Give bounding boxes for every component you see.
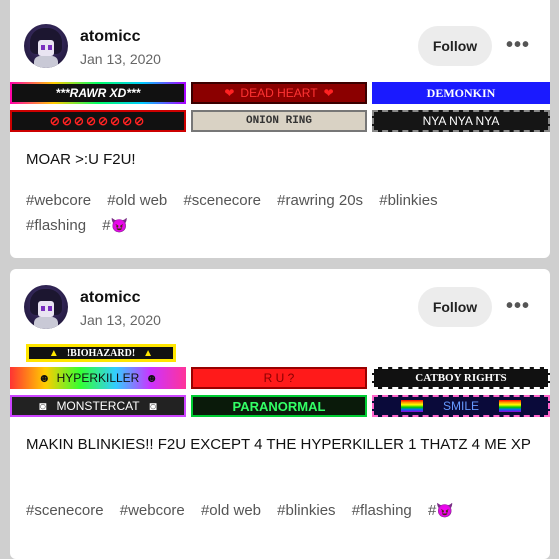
blinkie-paranormal[interactable]: PARANORMAL bbox=[191, 395, 367, 417]
blinkie-label: NYA NYA NYA bbox=[422, 114, 500, 128]
blinkie-hyperkiller[interactable]: ☻ HYPERKILLER ☻ bbox=[10, 367, 186, 389]
blinkie-r-u[interactable]: R U ? bbox=[191, 367, 367, 389]
tag[interactable]: #old web bbox=[107, 192, 167, 209]
avatar[interactable] bbox=[24, 24, 68, 68]
post-date[interactable]: Jan 13, 2020 bbox=[80, 312, 161, 328]
post-card: atomicc Jan 13, 2020 Follow ••• ▲ !BIOHAZ… bbox=[10, 269, 550, 559]
blinkie-demonkin[interactable]: DEMONKIN bbox=[372, 82, 550, 104]
tag[interactable]: #old web bbox=[201, 502, 261, 519]
blinkie-rawr[interactable]: ***RAWR XD*** bbox=[10, 82, 186, 104]
post-date[interactable]: Jan 13, 2020 bbox=[80, 51, 161, 67]
blinkie-label: DEMONKIN bbox=[426, 85, 496, 100]
more-options-icon[interactable]: ••• bbox=[506, 295, 530, 318]
blinkie-label: ***RAWR XD*** bbox=[12, 84, 184, 102]
blinkie-label: R U ? bbox=[263, 371, 295, 385]
tag[interactable]: #😈 bbox=[102, 217, 128, 234]
tag[interactable]: #blinkies bbox=[277, 502, 335, 519]
avatar[interactable] bbox=[24, 285, 68, 329]
blinkie-no-symbols[interactable]: ⊘⊘⊘⊘⊘⊘⊘⊘ bbox=[10, 110, 186, 132]
more-options-icon[interactable]: ••• bbox=[506, 34, 530, 57]
tag[interactable]: #scenecore bbox=[183, 192, 261, 209]
tag[interactable]: #webcore bbox=[120, 502, 185, 519]
blinkie-label: !BIOHAZARD! bbox=[66, 347, 136, 359]
blinkie-label: SMILE bbox=[442, 399, 479, 413]
follow-button[interactable]: Follow bbox=[418, 26, 492, 66]
blinkie-smile[interactable]: SMILE bbox=[372, 395, 550, 417]
blinkie-nya[interactable]: NYA NYA NYA bbox=[372, 110, 550, 132]
tag[interactable]: #😈 bbox=[428, 502, 454, 519]
blinkie-label: DEAD HEART bbox=[240, 86, 318, 100]
devil-emoji-icon: 😈 bbox=[110, 217, 128, 233]
tag[interactable]: #flashing bbox=[352, 502, 412, 519]
post-caption: MOAR >:U F2U! bbox=[26, 151, 136, 168]
blinkie-dead-heart[interactable]: ❤ DEAD HEART ❤ bbox=[191, 82, 367, 104]
tag[interactable]: #webcore bbox=[26, 192, 91, 209]
post-card: atomicc Jan 13, 2020 Follow ••• ***RAWR … bbox=[10, 0, 550, 258]
blinkie-label: ⊘⊘⊘⊘⊘⊘⊘⊘ bbox=[49, 114, 147, 128]
blinkie-label: ONION RING bbox=[245, 115, 312, 127]
tag[interactable]: #rawring 20s bbox=[277, 192, 363, 209]
blinkie-monstercat[interactable]: ◙ MONSTERCAT ◙ bbox=[10, 395, 186, 417]
blinkie-biohazard[interactable]: ▲ !BIOHAZARD! ▲ bbox=[26, 344, 176, 362]
blinkie-label: CATBOY RIGHTS bbox=[415, 372, 507, 384]
blinkie-catboy-rights[interactable]: CATBOY RIGHTS bbox=[372, 367, 550, 389]
blinkie-label: PARANORMAL bbox=[232, 398, 326, 414]
tag-list: #scenecore #webcore #old web #blinkies #… bbox=[26, 498, 526, 523]
tag[interactable]: #scenecore bbox=[26, 502, 104, 519]
follow-button[interactable]: Follow bbox=[418, 287, 492, 327]
post-caption: MAKIN BLINKIES!! F2U EXCEPT 4 THE HYPERK… bbox=[26, 436, 531, 453]
username[interactable]: atomicc bbox=[80, 289, 140, 307]
blinkie-label: MONSTERCAT bbox=[56, 399, 140, 413]
blinkie-onion-ring[interactable]: ONION RING bbox=[191, 110, 367, 132]
tag[interactable]: #blinkies bbox=[379, 192, 437, 209]
username[interactable]: atomicc bbox=[80, 28, 140, 46]
tag[interactable]: #flashing bbox=[26, 217, 86, 234]
blinkie-label: HYPERKILLER bbox=[56, 371, 140, 385]
devil-emoji-icon: 😈 bbox=[436, 502, 454, 518]
tag-list: #webcore #old web #scenecore #rawring 20… bbox=[26, 189, 526, 238]
